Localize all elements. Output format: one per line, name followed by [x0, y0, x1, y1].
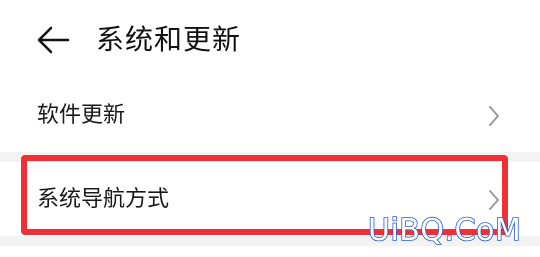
- back-button[interactable]: [30, 18, 74, 62]
- section-divider: [0, 152, 540, 162]
- header-bar: 系统和更新: [0, 0, 540, 80]
- list-item-software-update[interactable]: 软件更新: [0, 80, 540, 152]
- chevron-right-icon: [489, 106, 499, 126]
- chevron-right-icon: [489, 190, 499, 210]
- list-item-label: 系统导航方式: [37, 187, 170, 212]
- site-watermark: UiBQ.CoM: [367, 212, 522, 249]
- arrow-left-icon: [37, 26, 70, 54]
- page-title: 系统和更新: [96, 23, 242, 56]
- settings-screen: 系统和更新 软件更新 系统导航方式 UiBQ.CoM: [0, 0, 540, 257]
- list-item-label: 软件更新: [37, 103, 126, 128]
